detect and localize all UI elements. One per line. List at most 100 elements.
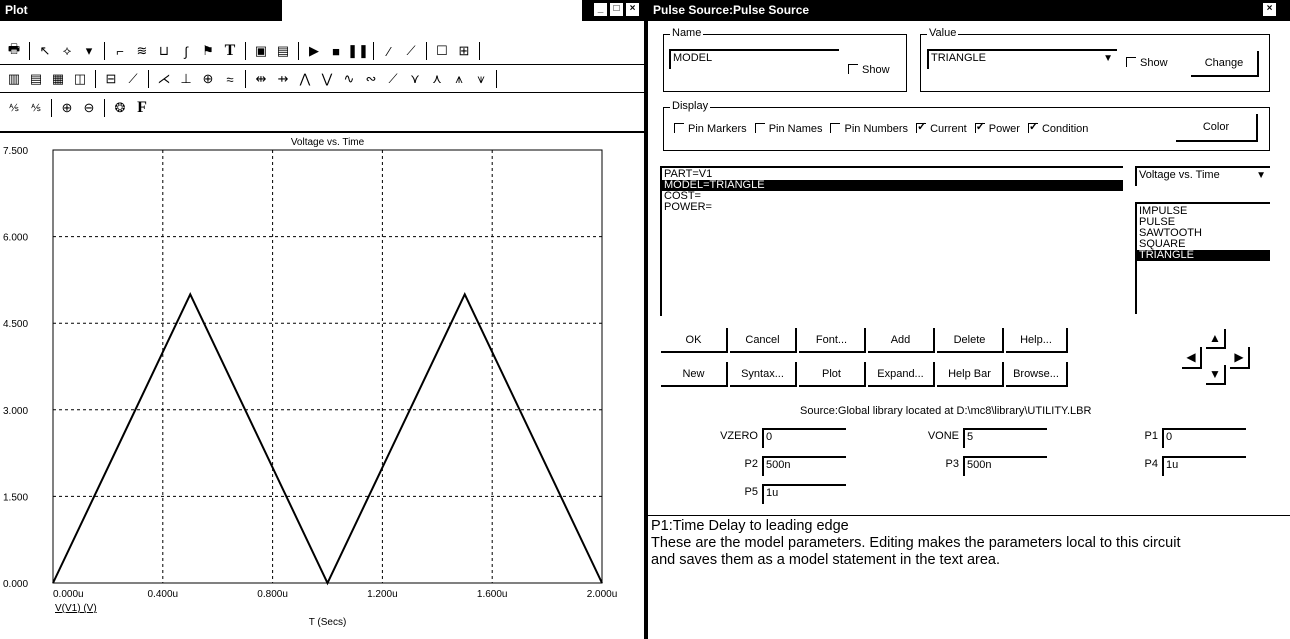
font-button[interactable]: Font... — [799, 328, 866, 353]
grid-fine-icon[interactable]: ▦ — [48, 69, 68, 89]
wire-icon[interactable]: ⌐ — [110, 41, 130, 61]
param-field[interactable]: 1u — [1162, 456, 1246, 476]
plot-button[interactable]: Plot — [799, 362, 866, 387]
x-scale-icon[interactable]: ⅍ — [4, 98, 24, 118]
frame-icon[interactable]: ☐ — [432, 41, 452, 61]
param-field[interactable]: 500n — [762, 456, 846, 476]
change-button[interactable]: Change — [1191, 51, 1259, 77]
slope-icon[interactable]: ⟋ — [401, 41, 421, 61]
grid-coarse-icon[interactable]: ◫ — [70, 69, 90, 89]
color-icon[interactable]: ❂ — [110, 98, 130, 118]
attribute-item[interactable]: POWER= — [662, 202, 1123, 213]
browse-button[interactable]: Browse... — [1006, 362, 1068, 387]
dialog-close-button[interactable]: × — [1262, 2, 1277, 17]
box-icon[interactable]: ⊔ — [154, 41, 174, 61]
bus-icon[interactable]: ≋ — [132, 41, 152, 61]
name-field[interactable]: MODEL — [669, 49, 839, 69]
inflection-icon[interactable]: ∿ — [339, 69, 359, 89]
new-button[interactable]: New — [661, 362, 728, 387]
arrow-right-button[interactable]: ▶ — [1230, 347, 1250, 369]
param-field[interactable]: 5 — [963, 428, 1047, 448]
grid-icon[interactable]: ⊞ — [454, 41, 474, 61]
thin-bars-icon[interactable]: ▤ — [26, 69, 46, 89]
helpbar-button[interactable]: Help Bar — [937, 362, 1004, 387]
print-icon[interactable]: 🖶 — [4, 41, 24, 61]
chevron-down-icon[interactable]: ▼ — [1256, 168, 1266, 183]
select-arrow-icon[interactable]: ↖ — [35, 41, 55, 61]
top-icon[interactable]: ⋏ — [427, 69, 447, 89]
thick-bars-icon[interactable]: ▥ — [4, 69, 24, 89]
plot-type-select[interactable]: Voltage vs. Time ▼ — [1135, 166, 1270, 186]
table-icon[interactable]: ▤ — [273, 41, 293, 61]
help-button[interactable]: Help... — [1006, 328, 1068, 353]
zoom-in-icon[interactable]: ⊕ — [57, 98, 77, 118]
add-button[interactable]: Add — [868, 328, 935, 353]
dropdown-arrow-icon[interactable]: ▾ — [79, 41, 99, 61]
valley-icon[interactable]: ⊥ — [176, 69, 196, 89]
param-field[interactable]: 0 — [762, 428, 846, 448]
dialog-titlebar[interactable]: Pulse Source:Pulse Source × — [648, 0, 1290, 21]
display-option[interactable]: Pin Markers — [674, 123, 747, 135]
waveform-item[interactable]: TRIANGLE — [1137, 250, 1270, 261]
slope-cursor-icon[interactable]: ≈ — [220, 69, 240, 89]
arrow-left-button[interactable]: ◀ — [1182, 347, 1202, 369]
global-high-icon[interactable]: ⟋ — [383, 69, 403, 89]
cursor-right-icon[interactable]: ⇸ — [273, 69, 293, 89]
text-icon[interactable]: T — [220, 41, 240, 61]
attribute-item[interactable]: COST= — [662, 191, 1123, 202]
arrow-up-button[interactable]: ▲ — [1206, 329, 1226, 349]
chevron-down-icon[interactable]: ▼ — [1103, 51, 1113, 66]
line-icon[interactable]: ⁄ — [379, 41, 399, 61]
y-scale-icon[interactable]: ⅍ — [26, 98, 46, 118]
zoom-out-icon[interactable]: ⊖ — [79, 98, 99, 118]
ok-button[interactable]: OK — [661, 328, 728, 353]
arrow-down-button[interactable]: ▼ — [1206, 365, 1226, 385]
value-show-checkbox[interactable]: Show — [1126, 57, 1168, 69]
properties-icon[interactable]: ▣ — [251, 41, 271, 61]
stop-icon[interactable]: ■ — [326, 41, 346, 61]
display-option-checkbox[interactable] — [1027, 120, 1038, 133]
color-button[interactable]: Color — [1176, 114, 1258, 142]
cursor-left-icon[interactable]: ⇹ — [251, 69, 271, 89]
graphic-icon[interactable]: ∫ — [176, 41, 196, 61]
display-option-checkbox[interactable] — [830, 123, 841, 133]
waveform-list[interactable]: IMPULSE PULSE SAWTOOTH SQUARE TRIANGLE — [1135, 202, 1270, 314]
display-option[interactable]: Current — [916, 120, 967, 135]
global-low-icon[interactable]: ⋎ — [405, 69, 425, 89]
bottom-icon[interactable]: ⩚ — [449, 69, 469, 89]
cancel-button[interactable]: Cancel — [730, 328, 797, 353]
attribute-item[interactable]: MODEL=TRIANGLE — [662, 180, 1123, 191]
display-option-checkbox[interactable] — [916, 120, 926, 133]
pause-icon[interactable]: ❚❚ — [347, 41, 369, 61]
value-select[interactable]: TRIANGLE ▼ — [927, 49, 1117, 69]
maximize-button[interactable]: □ — [609, 2, 624, 17]
component-icon[interactable]: ⟡ — [57, 41, 77, 61]
display-option-checkbox[interactable] — [754, 123, 765, 133]
peak-search-icon[interactable]: ⋀ — [295, 69, 315, 89]
display-option[interactable]: Condition — [1027, 120, 1088, 135]
param-field[interactable]: 500n — [963, 456, 1047, 476]
valley-search-icon[interactable]: ⋁ — [317, 69, 337, 89]
name-show-check[interactable] — [848, 64, 858, 74]
delete-button[interactable]: Delete — [937, 328, 1004, 353]
value-show-check[interactable] — [1126, 57, 1136, 67]
lowest-icon[interactable]: ⩛ — [471, 69, 491, 89]
display-option-checkbox[interactable] — [974, 120, 985, 133]
minor-grid-icon[interactable]: ⊟ — [101, 69, 121, 89]
display-option[interactable]: Power — [974, 120, 1020, 135]
flag-icon[interactable]: ⚑ — [198, 41, 218, 61]
trend-icon[interactable]: ⟋ — [123, 69, 143, 89]
name-show-checkbox[interactable]: Show — [848, 64, 890, 76]
inflection-down-icon[interactable]: ∾ — [361, 69, 381, 89]
expand-button[interactable]: Expand... — [868, 362, 935, 387]
display-option[interactable]: Pin Numbers — [830, 123, 908, 135]
high-icon[interactable]: ⊕ — [198, 69, 218, 89]
minimize-button[interactable]: _ — [593, 2, 608, 17]
peak-icon[interactable]: ⋌ — [154, 69, 174, 89]
param-field[interactable]: 0 — [1162, 428, 1246, 448]
display-option[interactable]: Pin Names — [754, 123, 822, 135]
display-option-checkbox[interactable] — [674, 123, 684, 133]
font-icon[interactable]: F — [132, 98, 152, 118]
run-icon[interactable]: ▶ — [304, 41, 324, 61]
param-field[interactable]: 1u — [762, 484, 846, 504]
